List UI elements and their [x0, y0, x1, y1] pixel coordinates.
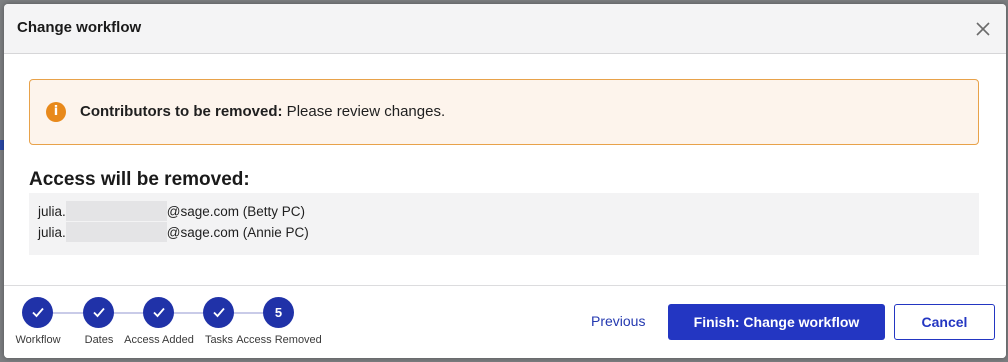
check-icon: [31, 307, 44, 318]
info-icon: i: [46, 102, 66, 122]
email-prefix: julia.: [38, 224, 66, 240]
list-item: julia. @sage.com (Betty PC): [38, 201, 305, 221]
warning-alert: i Contributors to be removed: Please rev…: [29, 79, 979, 145]
close-button[interactable]: [974, 20, 992, 38]
step-access-removed: 5: [263, 297, 294, 328]
step-number: 5: [274, 305, 283, 320]
check-icon: [212, 307, 225, 318]
step-access-added: [143, 297, 174, 328]
redacted-block: [65, 201, 167, 221]
step-label-tasks: Tasks: [204, 334, 234, 346]
step-workflow: [22, 297, 53, 328]
redacted-block: [65, 222, 167, 242]
alert-text: Please review changes.: [282, 103, 446, 120]
list-item: julia. @sage.com (Annie PC): [38, 222, 309, 242]
step-label-dates: Dates: [84, 334, 114, 346]
access-removed-heading: Access will be removed:: [29, 169, 250, 190]
dialog-header: Change workflow: [4, 4, 1006, 54]
step-label-access-removed: Access Removed: [236, 334, 322, 346]
step-label-access-added: Access Added: [124, 334, 194, 346]
close-icon: [976, 22, 990, 36]
step-label-workflow: Workflow: [15, 334, 61, 346]
dialog-footer: Workflow Dates Access Added Tasks 5 Acce…: [4, 285, 1006, 358]
check-icon: [92, 307, 105, 318]
progress-stepper: Workflow Dates Access Added Tasks 5 Acce…: [4, 286, 334, 358]
step-dates: [83, 297, 114, 328]
access-list: julia. @sage.com (Betty PC) julia. @sage…: [29, 193, 979, 255]
alert-bold-text: Contributors to be removed:: [80, 103, 283, 120]
step-tasks: [203, 297, 234, 328]
cancel-button[interactable]: Cancel: [894, 304, 995, 340]
check-icon: [152, 307, 165, 318]
finish-change-workflow-button[interactable]: Finish: Change workflow: [668, 304, 885, 340]
previous-button[interactable]: Previous: [591, 313, 645, 329]
email-suffix: @sage.com (Annie PC): [166, 224, 309, 240]
email-prefix: julia.: [38, 203, 66, 219]
change-workflow-dialog: Change workflow i Contributors to be rem…: [4, 4, 1006, 358]
email-suffix: @sage.com (Betty PC): [166, 203, 306, 219]
dialog-title: Change workflow: [17, 19, 142, 36]
alert-message: Contributors to be removed: Please revie…: [80, 103, 445, 120]
